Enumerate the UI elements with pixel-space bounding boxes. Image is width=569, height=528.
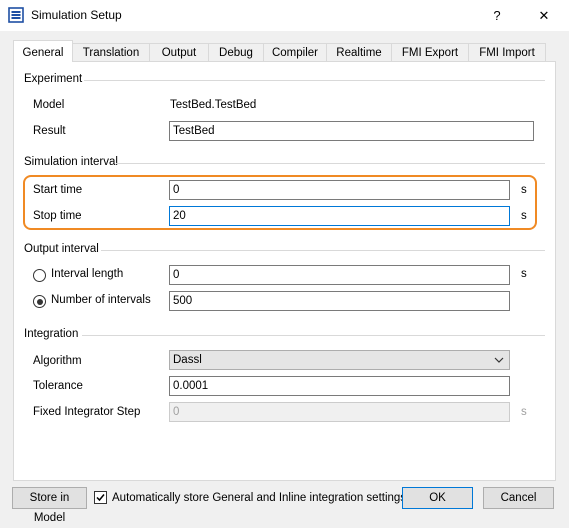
tolerance-input[interactable]: 0.0001 bbox=[169, 376, 510, 396]
divider bbox=[84, 80, 545, 81]
cancel-button[interactable]: Cancel bbox=[483, 487, 554, 509]
stop-time-label: Stop time bbox=[33, 210, 82, 222]
model-label: Model bbox=[33, 99, 65, 111]
radio-selected-dot bbox=[36, 298, 43, 305]
start-time-input[interactable]: 0 bbox=[169, 180, 510, 200]
tab-compiler[interactable]: Compiler bbox=[263, 43, 327, 61]
close-button[interactable]: ✕ bbox=[524, 3, 564, 29]
tab-general[interactable]: General bbox=[13, 40, 73, 62]
tab-realtime[interactable]: Realtime bbox=[326, 43, 392, 61]
result-input[interactable]: TestBed bbox=[169, 121, 534, 141]
start-time-unit: s bbox=[521, 184, 527, 196]
algorithm-value: Dassl bbox=[173, 354, 202, 366]
algorithm-select[interactable]: Dassl bbox=[169, 350, 510, 370]
interval-length-radio[interactable] bbox=[33, 269, 46, 282]
section-experiment: Experiment bbox=[24, 73, 83, 85]
tolerance-label: Tolerance bbox=[33, 380, 83, 392]
store-in-model-button[interactable]: Store in Model bbox=[12, 487, 87, 524]
interval-length-input[interactable]: 0 bbox=[169, 265, 510, 285]
app-icon bbox=[8, 7, 24, 23]
help-button[interactable]: ? bbox=[477, 3, 517, 29]
section-integration: Integration bbox=[24, 328, 79, 340]
stop-time-unit: s bbox=[521, 210, 527, 222]
divider bbox=[82, 335, 545, 336]
algorithm-label: Algorithm bbox=[33, 355, 82, 367]
tab-output[interactable]: Output bbox=[149, 43, 209, 61]
ok-button[interactable]: OK bbox=[402, 487, 473, 509]
fixed-step-unit: s bbox=[521, 406, 527, 418]
chevron-down-icon bbox=[494, 357, 504, 363]
model-value: TestBed.TestBed bbox=[170, 99, 257, 111]
tab-debug[interactable]: Debug bbox=[208, 43, 264, 61]
tab-translation[interactable]: Translation bbox=[72, 43, 150, 61]
divider bbox=[116, 163, 545, 164]
fixed-step-input: 0 bbox=[169, 402, 510, 422]
interval-length-label[interactable]: Interval length bbox=[51, 268, 123, 280]
interval-length-unit: s bbox=[521, 268, 527, 280]
checkmark-icon bbox=[96, 494, 105, 502]
start-time-label: Start time bbox=[33, 184, 83, 196]
auto-store-checkbox[interactable] bbox=[94, 491, 107, 504]
tab-fmi-export[interactable]: FMI Export bbox=[391, 43, 469, 61]
window-title: Simulation Setup bbox=[31, 8, 122, 22]
num-intervals-radio[interactable] bbox=[33, 295, 46, 308]
auto-store-label[interactable]: Automatically store General and Inline i… bbox=[112, 492, 406, 504]
section-simulation-interval: Simulation interval bbox=[24, 156, 118, 168]
stop-time-input[interactable]: 20 bbox=[169, 206, 510, 226]
section-output-interval: Output interval bbox=[24, 243, 99, 255]
num-intervals-input[interactable]: 500 bbox=[169, 291, 510, 311]
result-label: Result bbox=[33, 125, 66, 137]
fixed-step-label: Fixed Integrator Step bbox=[33, 406, 141, 418]
divider bbox=[101, 250, 545, 251]
tab-fmi-import[interactable]: FMI Import bbox=[468, 43, 546, 61]
num-intervals-label[interactable]: Number of intervals bbox=[51, 294, 151, 306]
